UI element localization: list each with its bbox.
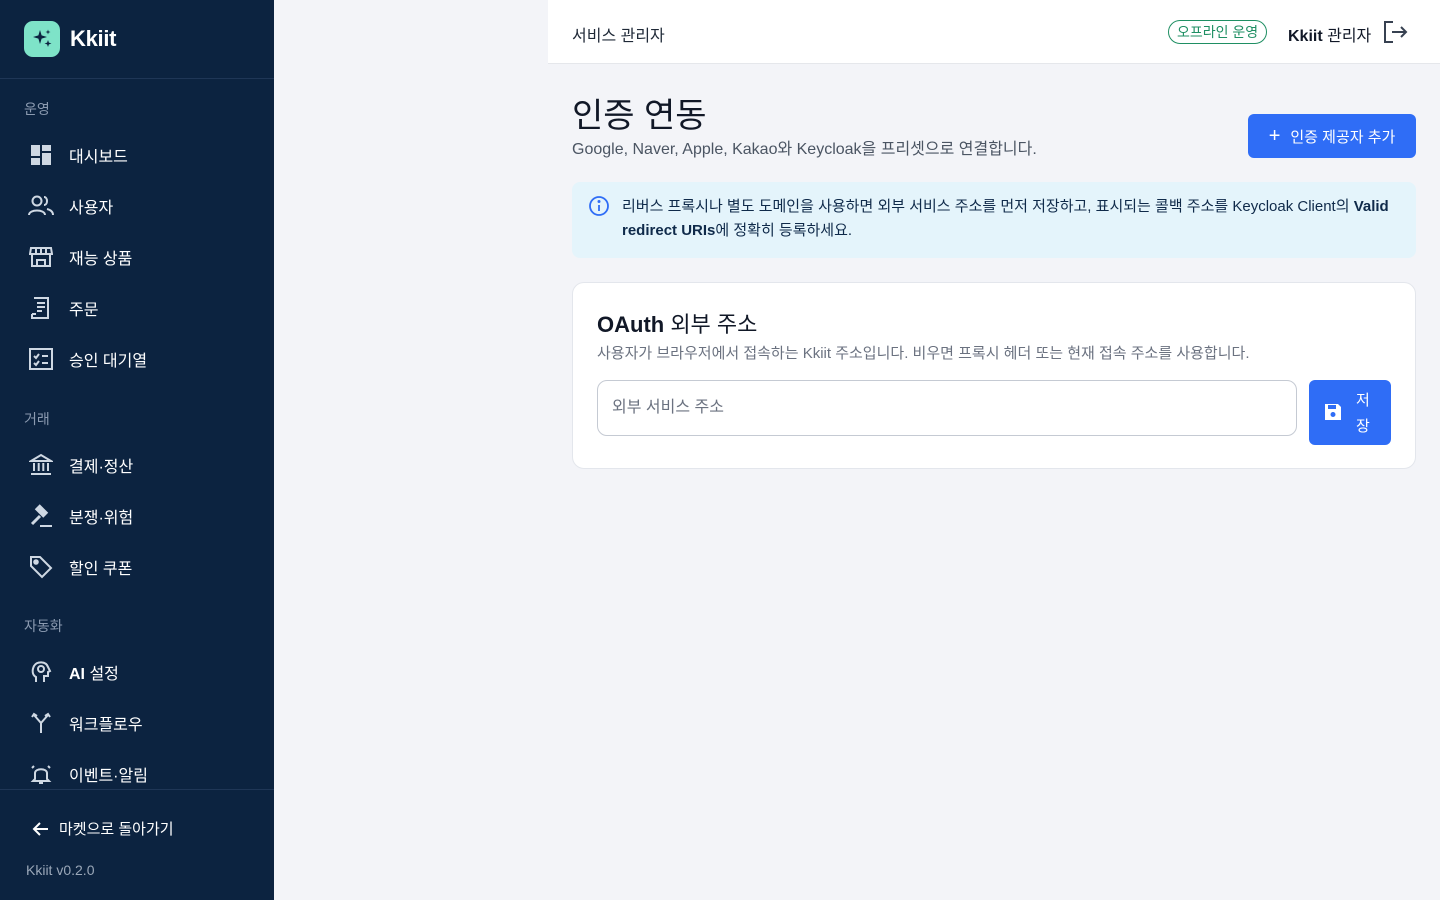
sidebar-item-label: 분쟁·위험 [69, 509, 134, 527]
version-label: Kkiit v0.2.0 [26, 862, 95, 878]
section-label-transactions: 거래 [24, 411, 50, 427]
save-button-label: 저장 [1356, 392, 1370, 435]
logout-button[interactable] [1382, 19, 1408, 45]
ai-head-icon [28, 659, 54, 685]
sidebar-item-label: 사용자 [69, 199, 114, 217]
dashboard-icon [28, 142, 54, 168]
sidebar-item-label: 이벤트·알림 [69, 767, 148, 785]
info-text: 리버스 프록시나 별도 도메인을 사용하면 외부 서비스 주소를 먼저 저장하고… [622, 198, 1389, 239]
section-label-operations: 운영 [24, 101, 50, 117]
sidebar-item-workflow[interactable]: 워크플로우 [0, 697, 274, 748]
brand-name: Kkiit [70, 26, 117, 51]
status-badge: 오프라인 운영 [1168, 20, 1268, 44]
sidebar-item-users[interactable]: 사용자 [0, 180, 274, 231]
section-label-automation: 자동화 [24, 618, 63, 634]
sidebar-footer: 마켓으로 돌아가기 Kkiit v0.2.0 [0, 789, 274, 900]
sidebar-item-label: 주문 [69, 301, 99, 319]
brand[interactable]: Kkiit [0, 0, 274, 79]
sidebar-item-label: 결제·정산 [69, 458, 134, 476]
topbar-title: 서비스 관리자 [572, 28, 665, 45]
receipt-icon [28, 295, 54, 321]
sidebar-item-orders[interactable]: 주문 [0, 282, 274, 333]
sidebar-item-approval-queue[interactable]: 승인 대기열 [0, 333, 274, 384]
sidebar-item-label: 재능 상품 [69, 250, 133, 268]
sidebar-item-label: 워크플로우 [69, 716, 143, 734]
card-title: OAuth 외부 주소 [597, 312, 758, 337]
arrow-left-icon [32, 821, 48, 836]
back-to-market-link[interactable]: 마켓으로 돌아가기 [32, 818, 174, 839]
oauth-external-url-card: OAuth 외부 주소 사용자가 브라우저에서 접속하는 Kkiit 주소입니다… [572, 282, 1416, 469]
sidebar-item-dashboard[interactable]: 대시보드 [0, 129, 274, 180]
sidebar-item-label: 대시보드 [69, 148, 128, 166]
gavel-icon [28, 503, 54, 529]
sidebar-item-label: 승인 대기열 [69, 352, 148, 370]
add-auth-provider-button[interactable]: + 인증 제공자 추가 [1248, 114, 1416, 158]
store-icon [28, 244, 54, 270]
users-icon [28, 193, 54, 219]
info-icon [589, 196, 609, 216]
page-title: 인증 연동 [572, 97, 707, 135]
sidebar-nav: 운영 대시보드 사용자 재능 상품 주문 승인 대기열 거래 결제·정산 분쟁·… [0, 80, 274, 799]
sidebar-item-payments[interactable]: 결제·정산 [0, 439, 274, 490]
tag-icon [28, 554, 54, 580]
save-icon [1325, 404, 1341, 420]
workflow-icon [28, 710, 54, 736]
page-subtitle: Google, Naver, Apple, Kakao와 Keycloak을 프… [572, 141, 1037, 158]
plus-icon: + [1268, 125, 1281, 147]
topbar: 서비스 관리자 오프라인 운영 Kkiit 관리자 [548, 0, 1440, 64]
back-link-label: 마켓으로 돌아가기 [59, 821, 174, 838]
sidebar-item-ai-settings[interactable]: AI 설정 [0, 646, 274, 697]
user-label: Kkiit 관리자 [1288, 28, 1372, 45]
sparkle-logo-icon [24, 21, 60, 57]
checklist-icon [28, 346, 54, 372]
sidebar-item-label: 할인 쿠폰 [69, 560, 133, 578]
sidebar-item-products[interactable]: 재능 상품 [0, 231, 274, 282]
sidebar: Kkiit 운영 대시보드 사용자 재능 상품 주문 승인 대기열 거래 결제·… [0, 0, 274, 900]
sidebar-item-coupons[interactable]: 할인 쿠폰 [0, 541, 274, 592]
add-button-label: 인증 제공자 추가 [1290, 128, 1396, 146]
card-description: 사용자가 브라우저에서 접속하는 Kkiit 주소입니다. 비우면 프록시 헤더… [597, 345, 1250, 362]
bell-icon [28, 761, 54, 787]
external-url-input[interactable] [597, 380, 1297, 436]
info-alert: 리버스 프록시나 별도 도메인을 사용하면 외부 서비스 주소를 먼저 저장하고… [572, 182, 1416, 258]
logout-icon [1384, 21, 1408, 43]
save-button[interactable]: 저장 [1309, 380, 1391, 445]
sidebar-item-disputes[interactable]: 분쟁·위험 [0, 490, 274, 541]
sidebar-item-label: AI 설정 [69, 665, 119, 683]
bank-icon [28, 452, 54, 478]
